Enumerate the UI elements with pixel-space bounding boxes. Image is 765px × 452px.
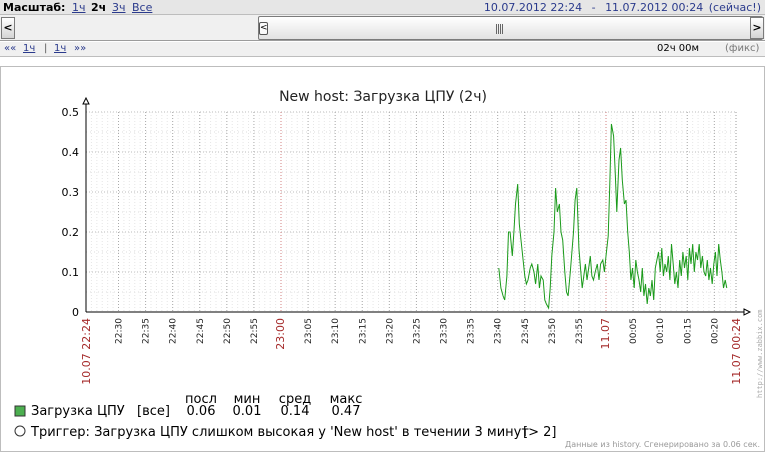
generation-footer: Данные из history. Сгенерировано за 0.06…	[565, 440, 760, 449]
period-range: 10.07.2012 22:24 - 11.07.2012 00:24 (сей…	[478, 1, 761, 14]
x-tick-label: 00:05	[629, 318, 639, 344]
graph-title: New host: Загрузка ЦПУ (2ч)	[279, 89, 487, 105]
y-tick-label: 0.2	[62, 226, 80, 239]
period-separator: -	[591, 1, 596, 14]
x-tick-label: 23:25	[412, 318, 422, 344]
y-tick-label: 0	[72, 306, 79, 319]
x-end-label: 11.07 00:24	[730, 318, 743, 385]
x-tick-label: 23:50	[548, 318, 558, 344]
back-all-link[interactable]: ««	[4, 43, 16, 54]
y-tick-label: 0.4	[62, 146, 80, 159]
now-label: (сейчас!)	[708, 1, 761, 14]
legend-value-avg: 0.14	[281, 404, 310, 419]
y-tick-label: 0.3	[62, 186, 80, 199]
scroll-right-button[interactable]: >	[750, 17, 764, 39]
x-start-label: 10.07 22:24	[80, 318, 93, 385]
x-tick-label: 23:55	[575, 318, 585, 344]
zoom-3h-link[interactable]: 3ч	[112, 1, 126, 14]
fix-toggle[interactable]: (фикс)	[725, 43, 759, 54]
x-tick-label: 22:50	[223, 318, 233, 344]
x-tick-label: 22:30	[115, 318, 125, 344]
period-scrollbar[interactable]: < < > >	[0, 15, 765, 41]
x-tick-label: 23:35	[467, 318, 477, 344]
x-tick-label: 11.07	[599, 318, 612, 350]
grid-lines	[86, 111, 736, 312]
trigger-threshold: [> 2]	[523, 425, 556, 440]
grip-icon[interactable]	[496, 24, 504, 34]
zoom-1h-link[interactable]: 1ч	[72, 1, 86, 14]
scale-label: Масштаб:	[3, 1, 66, 14]
zoom-all-link[interactable]: Все	[132, 1, 152, 14]
legend-color-swatch	[14, 405, 26, 417]
scroll-thumb[interactable]: < >	[258, 16, 763, 40]
scale-bar: Масштаб: 1ч 2ч 3ч Все 10.07.2012 22:24 -…	[0, 0, 765, 15]
period-from: 10.07.2012 22:24	[483, 1, 583, 14]
back-1h-link[interactable]: 1ч	[23, 43, 35, 54]
y-tick-label: 0.5	[62, 106, 80, 119]
period-to: 11.07.2012 00:24	[605, 1, 704, 14]
thumb-left-handle[interactable]: <	[259, 22, 268, 35]
legend-value-last: 0.06	[187, 404, 216, 419]
x-tick-label: 23:05	[304, 318, 314, 344]
x-tick-label: 23:30	[440, 318, 450, 344]
x-tick-labels: 22:30 22:35 22:40 22:45 22:50 22:55 23:00 23:05…	[80, 318, 743, 385]
x-tick-label: 22:40	[169, 318, 179, 344]
x-tick-label: 22:55	[250, 318, 260, 344]
legend-item-name: Загрузка ЦПУ	[31, 404, 125, 419]
x-tick-label: 00:15	[683, 318, 693, 344]
x-tick-label: 22:35	[142, 318, 152, 344]
period-duration: 02ч 00м	[657, 43, 700, 54]
forward-1h-link[interactable]: 1ч	[54, 43, 66, 54]
x-tick-label: 22:45	[196, 318, 206, 344]
y-axis-arrow-icon	[82, 96, 90, 105]
cpu-load-graph: New host: Загрузка ЦПУ (2ч) 0 0.1 0.2 0.3 0.…	[14, 89, 764, 449]
x-axis-arrow-icon	[743, 308, 752, 316]
x-tick-label: 23:40	[494, 318, 504, 344]
legend-value-max: 0.47	[332, 404, 361, 419]
x-tick-label: 23:15	[358, 318, 368, 344]
y-tick-label: 0.1	[62, 266, 80, 279]
y-tick-labels: 0 0.1 0.2 0.3 0.4 0.5	[62, 106, 80, 319]
x-tick-label: 23:20	[385, 318, 395, 344]
x-tick-label: 23:10	[331, 318, 341, 344]
trigger-circle-icon	[14, 425, 26, 437]
x-tick-label: 23:00	[274, 318, 287, 350]
forward-all-link[interactable]: »»	[74, 43, 86, 54]
x-tick-label: 23:45	[521, 318, 531, 344]
x-tick-label: 00:20	[710, 318, 720, 344]
nav-separator: |	[44, 43, 48, 54]
trigger-text: Триггер: Загрузка ЦПУ слишком высокая у …	[30, 425, 529, 440]
zoom-2h-link[interactable]: 2ч	[91, 1, 106, 14]
x-tick-label: 00:10	[656, 318, 666, 344]
legend-item-function: [все]	[137, 404, 170, 419]
legend-value-min: 0.01	[233, 404, 262, 419]
zabbix-watermark: http://www.zabbix.com	[756, 309, 764, 398]
navigation-row: «« 1ч | 1ч »» 02ч 00м (фикс)	[0, 42, 765, 57]
scroll-left-button[interactable]: <	[1, 17, 15, 39]
